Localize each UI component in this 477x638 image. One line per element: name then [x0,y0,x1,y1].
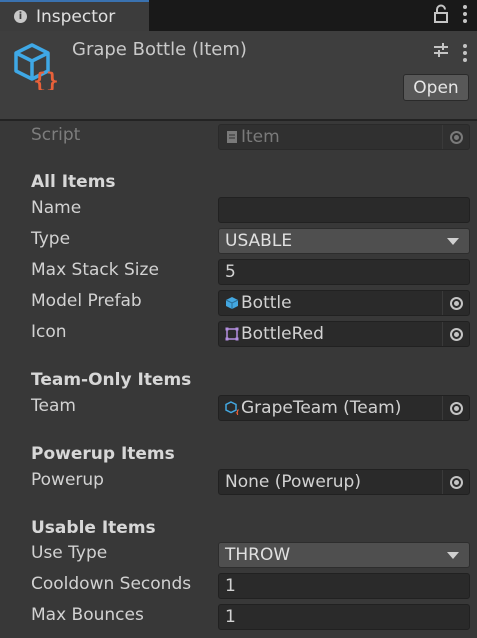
svg-text:{}: {} [235,409,239,415]
name-input[interactable] [218,197,470,223]
team-label: Team [31,396,76,416]
team-field[interactable]: {} GrapeTeam (Team) [218,395,470,421]
team-row: Team {} GrapeTeam (Team) [0,395,477,421]
section-usable: Usable Items [31,518,156,538]
powerup-row: Powerup None (Powerup) [0,469,477,495]
model-prefab-row: Model Prefab Bottle [0,290,477,316]
prefab-cube-icon [225,297,239,309]
object-title: Grape Bottle (Item) [72,39,247,60]
powerup-field[interactable]: None (Powerup) [218,469,470,495]
name-row: Name [0,197,477,223]
name-label: Name [31,198,82,218]
chevron-down-icon [447,552,459,559]
cooldown-input[interactable]: 1 [218,573,470,599]
max-stack-row: Max Stack Size 5 [0,259,477,285]
object-picker-icon[interactable] [442,396,469,420]
type-label: Type [31,229,71,249]
preset-sliders-icon[interactable] [433,42,449,63]
chevron-down-icon [447,238,459,245]
tab-inspector[interactable]: i Inspector [0,0,149,31]
icon-row: Icon BottleRed [0,321,477,347]
script-row: Script Item [0,124,477,150]
object-picker-icon[interactable] [442,291,469,315]
object-picker-icon[interactable] [442,470,469,494]
section-powerup: Powerup Items [31,444,175,464]
tab-label: Inspector [36,6,116,27]
script-label: Script [31,125,81,145]
tab-menu-icon[interactable] [463,5,467,23]
cooldown-label: Cooldown Seconds [31,574,192,594]
svg-text:{}: {} [33,69,58,90]
type-dropdown[interactable]: USABLE [218,228,470,254]
script-file-icon [227,131,237,143]
info-icon: i [14,10,27,23]
tab-bar: i Inspector [0,0,477,31]
section-team-only: Team-Only Items [31,370,192,390]
sprite-icon [225,327,239,341]
max-bounces-input[interactable]: 1 [218,604,470,630]
inspector-header: {} Grape Bottle (Item) Open [0,31,477,119]
script-field: Item [218,124,470,150]
use-type-dropdown[interactable]: THROW [218,542,470,568]
icon-field[interactable]: BottleRed [218,321,470,347]
max-stack-input[interactable]: 5 [218,259,470,285]
header-divider [0,119,477,121]
object-picker-icon [442,125,469,149]
open-button[interactable]: Open [403,74,469,101]
section-all-items: All Items [31,172,116,192]
lock-icon[interactable] [433,4,449,24]
powerup-label: Powerup [31,470,104,490]
use-type-row: Use Type THROW [0,542,477,568]
model-prefab-label: Model Prefab [31,291,142,311]
component-menu-icon[interactable] [463,43,467,62]
type-row: Type USABLE [0,228,477,254]
max-bounces-label: Max Bounces [31,605,144,625]
scriptable-object-icon: {} [13,42,61,95]
use-type-label: Use Type [31,543,108,563]
icon-label: Icon [31,322,67,342]
object-picker-icon[interactable] [442,322,469,346]
max-stack-label: Max Stack Size [31,260,159,280]
cooldown-row: Cooldown Seconds 1 [0,573,477,599]
max-bounces-row: Max Bounces 1 [0,604,477,630]
model-prefab-field[interactable]: Bottle [218,290,470,316]
scriptable-object-small-icon: {} [225,401,239,415]
